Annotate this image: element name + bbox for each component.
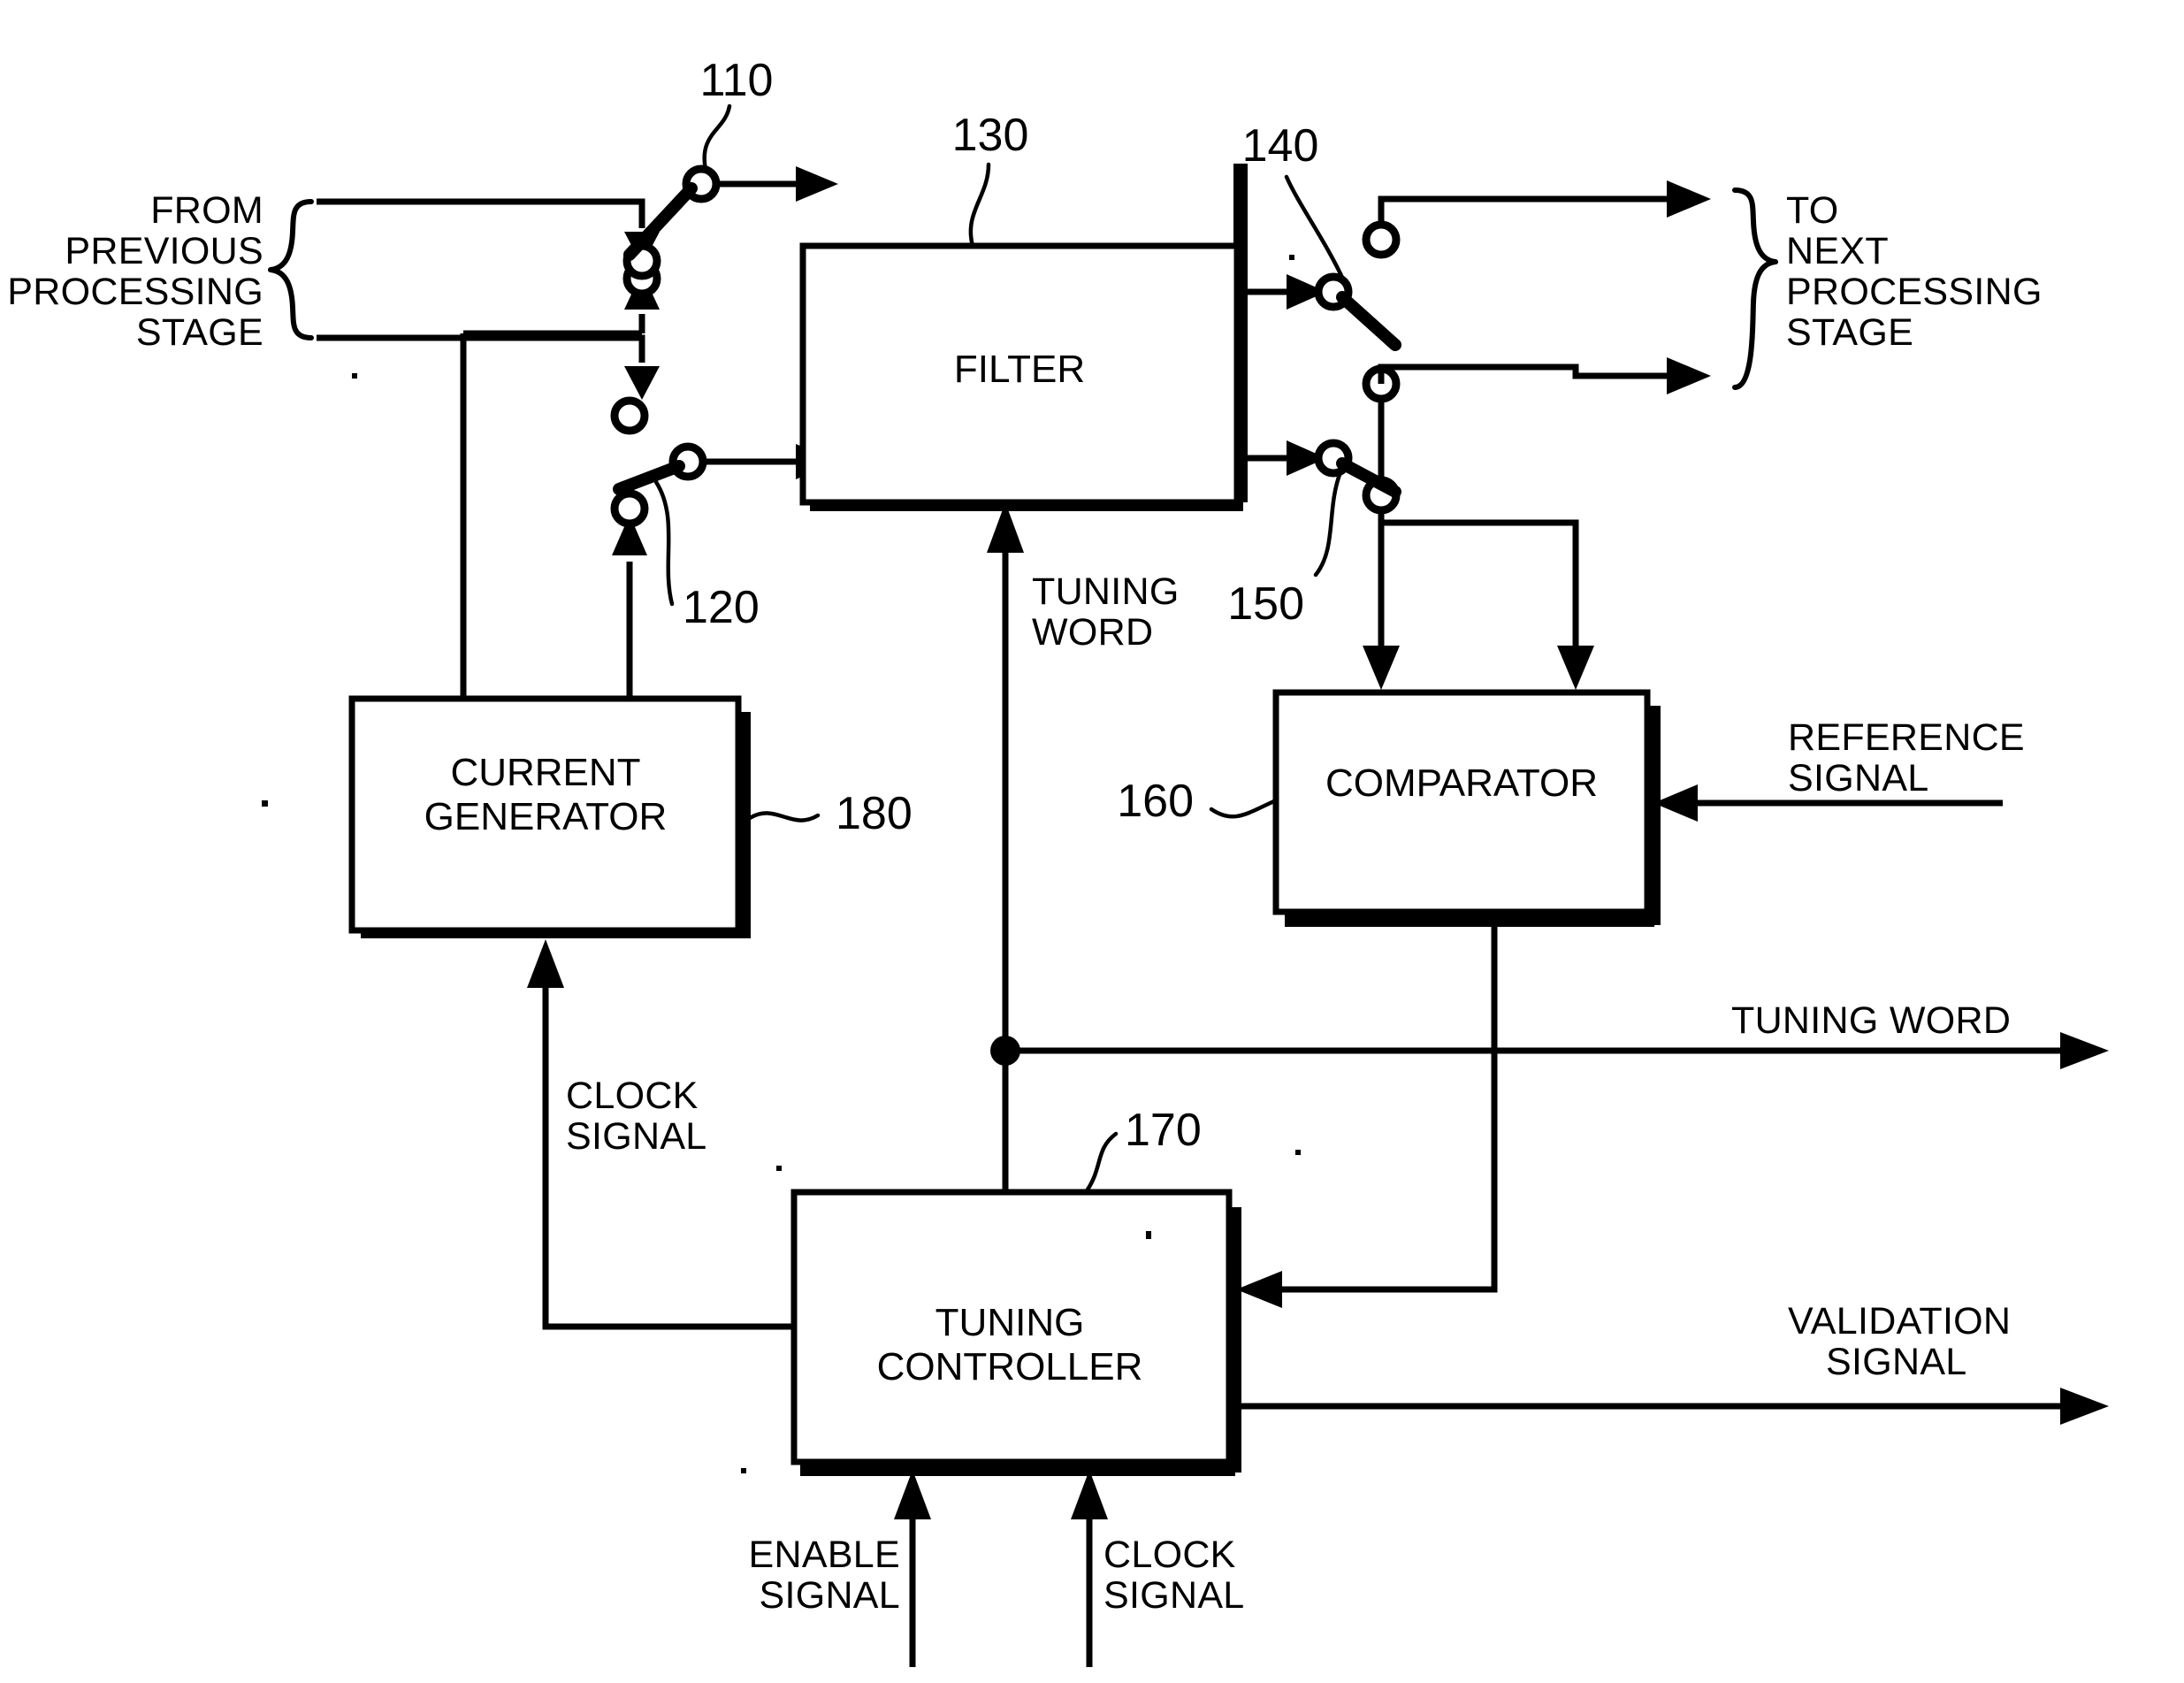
validation-signal-line2: SIGNAL	[1826, 1341, 1967, 1383]
ref-170: 170	[1125, 1105, 1202, 1156]
arrowhead-to-next-upper	[1667, 180, 1711, 218]
scan-speck	[1241, 199, 1246, 204]
tuning-controller-label-line2: CONTROLLER	[877, 1345, 1143, 1388]
block-diagram-canvas: 110 120 FILTER 130 140 150 COMPARATOR 16…	[7, 55, 2109, 1667]
ref-180: 180	[836, 788, 913, 839]
current-generator-ref-leader	[747, 811, 821, 822]
tuning-controller-ref-leader	[1083, 1131, 1119, 1195]
tuning-word-filter-line2: WORD	[1032, 611, 1153, 654]
patent-figure: 110 120 FILTER 130 140 150 COMPARATOR 16…	[0, 0, 2184, 1683]
wire-140-to-next-upper	[1378, 180, 1711, 225]
filter-label: FILTER	[954, 348, 1085, 391]
clock-signal-generator-label: CLOCK SIGNAL	[566, 1075, 707, 1158]
tuning-controller-label-line1: TUNING	[935, 1301, 1085, 1344]
current-generator-feed-lower	[612, 515, 647, 699]
arrowhead-tuning-word-output	[2060, 1032, 2109, 1069]
wire-comparator-to-controller	[1236, 912, 1498, 1308]
clock-signal-generator-line2: SIGNAL	[566, 1115, 707, 1158]
switch-140-blade[interactable]	[1336, 291, 1401, 351]
switch-120-terminal-a[interactable]	[610, 396, 649, 435]
wire-validation-signal	[1229, 1388, 2109, 1425]
to-next-line3: PROCESSING	[1786, 271, 2043, 313]
to-next-line2: NEXT	[1786, 230, 1889, 272]
switch-140-leader	[1284, 174, 1347, 284]
comparator-ref-leader	[1209, 798, 1279, 819]
arrowhead-to-next-lower	[1667, 357, 1711, 394]
enable-signal-line2: SIGNAL	[759, 1574, 900, 1617]
from-previous-line2: PREVIOUS	[65, 230, 263, 272]
reference-signal-line1: REFERENCE	[1788, 716, 2025, 759]
scan-speck	[352, 373, 357, 379]
arrowhead-controller-clock-signal	[1071, 1470, 1108, 1519]
arrowhead-comparator-in-left	[1363, 646, 1400, 690]
current-generator-block[interactable]: CURRENT GENERATOR	[348, 695, 751, 938]
tuning-word-output-label: TUNING WORD	[1731, 999, 2011, 1042]
scan-speck	[1289, 255, 1294, 260]
enable-signal-label: ENABLE SIGNAL	[749, 1534, 901, 1617]
comparator-block[interactable]: COMPARATOR	[1272, 689, 1661, 927]
from-previous-line1: FROM	[150, 189, 263, 232]
arrowhead-filter-in-upper	[796, 166, 838, 202]
wire-filter-out-lower	[1237, 440, 1326, 476]
clock-signal-generator-line1: CLOCK	[566, 1075, 699, 1117]
ref-110: 110	[700, 55, 774, 106]
filter-ref-leader	[968, 162, 991, 249]
current-generator-label-line1: CURRENT	[450, 751, 640, 794]
ref-160: 160	[1117, 776, 1194, 827]
switch-150-leader	[1313, 470, 1343, 578]
wire-filter-out-upper	[1237, 274, 1326, 310]
wire-150-to-comparator	[1363, 510, 1400, 690]
validation-signal-line1: VALIDATION	[1788, 1300, 2011, 1343]
tuning-word-filter-label: TUNING WORD	[1032, 570, 1180, 654]
to-next-line1: TO	[1786, 189, 1839, 232]
reference-signal-line2: SIGNAL	[1788, 757, 1929, 799]
scan-speck	[776, 1166, 782, 1171]
clock-signal-controller-line1: CLOCK	[1103, 1534, 1236, 1576]
ref-150: 150	[1227, 578, 1304, 630]
wire-to-next-lower	[1378, 357, 1711, 394]
arrowhead-comparator-in-right	[1557, 646, 1594, 690]
scan-speck	[1146, 1231, 1151, 1239]
scan-speck	[741, 1468, 746, 1473]
current-generator-label-line2: GENERATOR	[424, 795, 668, 838]
from-previous-stage-brace	[268, 199, 314, 340]
switch-120-blade[interactable]	[613, 460, 685, 495]
arrowhead-validation-signal	[2060, 1388, 2109, 1425]
switch-110-leader	[702, 103, 732, 172]
from-previous-stage-label: FROM PREVIOUS PROCESSING STAGE	[7, 189, 263, 354]
ref-140: 140	[1242, 120, 1319, 172]
from-previous-line4: STAGE	[136, 311, 263, 354]
scan-speck	[262, 800, 268, 807]
reference-signal-label: REFERENCE SIGNAL	[1788, 716, 2025, 799]
to-next-stage-label: TO NEXT PROCESSING STAGE	[1786, 189, 2043, 354]
tuning-word-output-line1: TUNING WORD	[1731, 999, 2011, 1042]
ref-130: 130	[952, 110, 1029, 161]
filter-block[interactable]: FILTER	[799, 164, 1248, 511]
clock-signal-controller-label: CLOCK SIGNAL	[1103, 1534, 1245, 1617]
arrowhead-current-generator-clock	[527, 939, 564, 988]
switch-120-leader	[653, 479, 675, 607]
switch-140-terminal-a[interactable]	[1362, 220, 1401, 259]
comparator-label: COMPARATOR	[1325, 761, 1598, 805]
arrowhead-enable-signal	[894, 1470, 931, 1519]
tuning-word-filter-line1: TUNING	[1032, 570, 1180, 613]
ref-120: 120	[683, 582, 760, 633]
wire-controller-clock-signal	[1071, 1470, 1108, 1667]
from-previous-line3: PROCESSING	[7, 271, 263, 313]
to-next-stage-brace	[1732, 187, 1778, 390]
arrowhead-controller-in-right	[1236, 1271, 1282, 1308]
switch-120-terminal-b[interactable]	[610, 489, 649, 528]
tuning-controller-block[interactable]: TUNING CONTROLLER	[790, 1189, 1241, 1476]
wire-110-to-filter	[716, 166, 838, 202]
input-wire-upper	[317, 198, 660, 265]
enable-signal-line1: ENABLE	[749, 1534, 901, 1576]
scan-speck	[1295, 1150, 1301, 1155]
clock-signal-controller-line2: SIGNAL	[1103, 1574, 1245, 1617]
input-wire-lower	[317, 334, 660, 400]
validation-signal-label: VALIDATION SIGNAL	[1788, 1300, 2011, 1383]
wire-140-lower-throw	[1378, 399, 1594, 690]
arrowhead-down-in-lower	[624, 366, 660, 400]
to-next-line4: STAGE	[1786, 311, 1913, 354]
